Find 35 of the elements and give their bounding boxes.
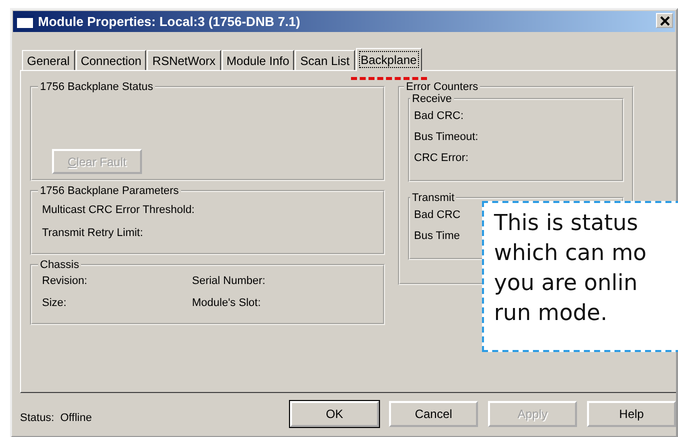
window-icon [16,14,34,28]
field-label: Bus Time [414,230,460,242]
field-label: Module's Slot: [192,297,261,309]
group-title: 1756 Backplane Parameters [39,185,180,197]
field-label: Bad CRC [414,209,460,221]
field-label: Serial Number: [192,275,266,287]
close-button[interactable] [656,13,673,28]
field-label: Multicast CRC Error Threshold: [42,204,195,216]
window-title: Module Properties: Local:3 (1756-DNB 7.1) [38,14,300,29]
tab[interactable]: Connection [76,50,146,70]
field-label: Bus Timeout: [414,131,478,143]
group-title: 1756 Backplane Status [39,81,154,93]
field-label: Size: [42,297,66,309]
dialog-button[interactable]: OK [290,401,379,427]
group-title: Chassis [39,259,80,271]
dialog-button[interactable]: Help [587,401,676,427]
group-title: Error Counters [405,81,480,93]
status-label: Status: [20,412,54,424]
group-title: Transmit [411,192,456,204]
tab[interactable]: Scan List [295,50,355,70]
group-title: Receive [411,93,453,105]
callout-text: you are onlin [494,270,638,298]
field-label: Transmit Retry Limit: [42,227,144,239]
field-label: Revision: [42,275,88,287]
field-label: CRC Error: [414,152,468,164]
dialog-button[interactable]: Cancel [389,401,478,427]
status-value: Offline [60,412,92,424]
close-icon [660,16,670,26]
tab[interactable]: RSNetWorx [147,50,221,70]
tab[interactable]: Module Info [222,50,294,70]
callout-text: run mode. [494,300,608,328]
callout-text: which can mo [494,240,646,268]
tab[interactable]: General [22,50,75,70]
callout-text: This is status [494,210,638,238]
field-label: Bad CRC: [414,110,464,122]
